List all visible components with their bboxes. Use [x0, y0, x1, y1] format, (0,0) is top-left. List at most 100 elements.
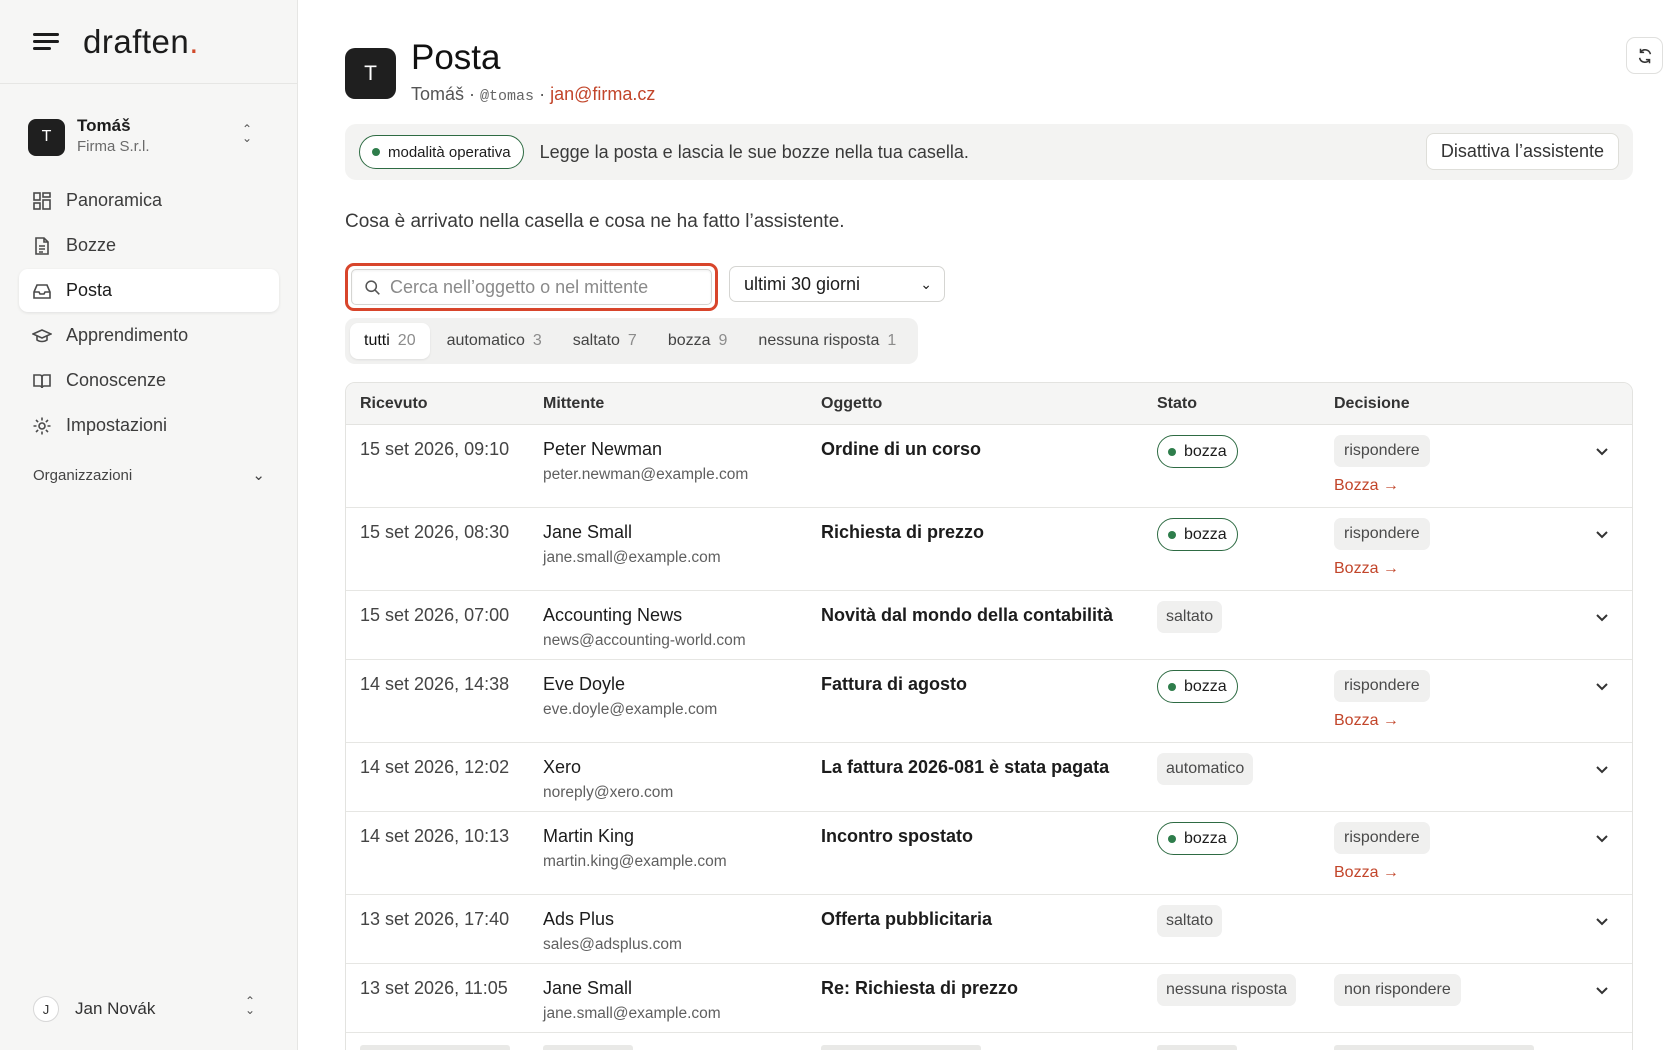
- expand-row-chevron-icon[interactable]: [1594, 830, 1610, 846]
- table-row[interactable]: 14 set 2026, 10:13 Martin King martin.kin…: [346, 812, 1632, 895]
- received-cell: 15 set 2026, 08:30: [360, 522, 510, 542]
- sender-cell: Martin King martin.king@example.com: [543, 812, 821, 894]
- received-cell: 14 set 2026, 12:02: [360, 757, 510, 777]
- owner-email[interactable]: jan@firma.cz: [550, 84, 655, 104]
- page-title: Posta: [411, 38, 501, 77]
- workspace-avatar: T: [28, 118, 65, 156]
- subject: Richiesta di prezzo: [821, 522, 985, 542]
- column-header-subject[interactable]: Oggetto: [821, 395, 1157, 413]
- app-logo[interactable]: draften.: [83, 23, 199, 61]
- brand-bar: draften.: [0, 0, 297, 84]
- sender-email: noreply@xero.com: [543, 784, 674, 801]
- organizations-label: Organizzazioni: [33, 466, 133, 484]
- filter-tab-tutti[interactable]: tutti 20: [350, 323, 430, 359]
- search-input[interactable]: [390, 276, 690, 298]
- status-badge: saltato: [1157, 601, 1223, 633]
- expand-row-chevron-icon[interactable]: [1594, 913, 1610, 929]
- received-cell: 13 set 2026, 11:05: [360, 978, 508, 998]
- workspace-company: Firma S.r.l.: [77, 138, 150, 155]
- status-dot: [1168, 530, 1176, 539]
- filter-tab-bozza[interactable]: bozza 9: [654, 323, 742, 359]
- table-row[interactable]: 15 set 2026, 07:00 Accounting News news@a…: [346, 591, 1632, 660]
- draft-link[interactable]: Bozza →: [1334, 712, 1584, 730]
- received-cell: 13 set 2026, 17:40: [360, 909, 510, 929]
- table-row[interactable]: 15 set 2026, 09:10 Peter Newman peter.new…: [346, 425, 1632, 508]
- draft-link[interactable]: Bozza →: [1334, 560, 1584, 578]
- sidebar-item-bozze[interactable]: Bozze: [19, 224, 279, 267]
- deactivate-assistant-button[interactable]: Disattiva l’assistente: [1425, 133, 1619, 170]
- subject-cell: Re: Richiesta di prezzo: [821, 964, 1157, 1032]
- sender-cell: Eve Doyle eve.doyle@example.com: [543, 660, 821, 742]
- column-header-received[interactable]: Ricevuto: [346, 395, 543, 413]
- owner-name: Tomáš: [411, 84, 465, 104]
- expand-row-chevron-icon[interactable]: [1594, 526, 1610, 542]
- filter-tab-automatico[interactable]: automatico 3: [433, 323, 556, 359]
- decision-cell: [1334, 895, 1584, 963]
- status-filter-tabs: tutti 20 automatico 3 saltato 7 bozza 9 ness…: [345, 318, 919, 364]
- gear-icon: [33, 417, 51, 434]
- filter-tab-saltato[interactable]: saltato 7: [559, 323, 651, 359]
- user-handle: @tomas: [480, 88, 535, 105]
- sender-cell: Jane Small jane.small@example.com: [543, 508, 821, 590]
- subject: Ordine di un corso: [821, 439, 982, 459]
- refresh-button[interactable]: [1626, 37, 1663, 74]
- sidebar-item-posta[interactable]: Posta: [19, 269, 279, 312]
- subject-cell: Richiesta di prezzo: [821, 508, 1157, 590]
- draft-link[interactable]: Bozza →: [1334, 864, 1584, 882]
- status-cell: saltato: [1157, 895, 1334, 963]
- expand-row-chevron-icon[interactable]: [1594, 982, 1610, 998]
- table-header: Ricevuto Mittente Oggetto Stato Decision…: [346, 383, 1632, 425]
- sidebar-item-label: Apprendimento: [66, 325, 189, 345]
- user-name: Jan Novák: [75, 999, 156, 1018]
- sidebar-item-apprendimento[interactable]: Apprendimento: [19, 314, 279, 357]
- main-content: T Posta Tomáš · @tomas · jan@firma.cz mo…: [298, 0, 1680, 1050]
- user-menu[interactable]: J Jan Novák ⌃ ⌄: [33, 993, 265, 1025]
- status-dot: [1168, 682, 1176, 691]
- page-subtitle: Tomáš · @tomas · jan@firma.cz: [411, 84, 655, 105]
- table-row[interactable]: 15 set 2026, 08:30 Jane Small jane.small@…: [346, 508, 1632, 591]
- sidebar-item-panoramica[interactable]: Panoramica: [19, 179, 279, 222]
- sidebar-item-impostazioni[interactable]: Impostazioni: [19, 404, 279, 447]
- decision-badge: rispondere: [1334, 670, 1430, 702]
- sender-cell: Jane Small jane.small@example.com: [543, 964, 821, 1032]
- expand-row-chevron-icon[interactable]: [1594, 609, 1610, 625]
- table-row[interactable]: 14 set 2026, 14:38 Eve Doyle eve.doyle@ex…: [346, 660, 1632, 743]
- organizations-toggle[interactable]: Organizzazioni ⌄: [33, 466, 265, 485]
- subject-cell: La fattura 2026-081 è stata pagata: [821, 743, 1157, 811]
- sender-name: Peter Newman: [543, 439, 663, 459]
- table-row[interactable]: 14 set 2026, 12:02 Xero noreply@xero.com …: [346, 743, 1632, 812]
- received-cell: 14 set 2026, 14:38: [360, 674, 510, 694]
- mode-badge: modalità operativa: [359, 135, 524, 169]
- assistant-mode-bar: modalità operativa Legge la posta e lasc…: [345, 124, 1633, 180]
- sidebar-item-label: Posta: [66, 280, 113, 300]
- expand-row-chevron-icon[interactable]: [1594, 443, 1610, 459]
- column-header-decision[interactable]: Decisione: [1334, 395, 1584, 413]
- expand-row-chevron-icon[interactable]: [1594, 761, 1610, 777]
- sidebar-item-conoscenze[interactable]: Conoscenze: [19, 359, 279, 402]
- draft-link[interactable]: Bozza →: [1334, 477, 1584, 495]
- table-row[interactable]: 13 set 2026, 17:40 Ads Plus sales@adsplus…: [346, 895, 1632, 964]
- table-row[interactable]: 13 set 2026, 11:05 Jane Small jane.small@…: [346, 964, 1632, 1033]
- workspace-switcher[interactable]: T Tomáš Firma S.r.l. ⌃ ⌄: [28, 114, 272, 160]
- column-header-sender[interactable]: Mittente: [543, 395, 821, 413]
- sender-email: eve.doyle@example.com: [543, 701, 718, 718]
- status-cell: bozza: [1157, 508, 1334, 590]
- sender-name: Martin King: [543, 826, 635, 846]
- column-header-status[interactable]: Stato: [1157, 395, 1334, 413]
- decision-cell: rispondere Bozza →: [1334, 508, 1584, 590]
- menu-icon[interactable]: [33, 30, 61, 54]
- expand-row-chevron-icon[interactable]: [1594, 678, 1610, 694]
- status-badge: bozza: [1157, 670, 1238, 703]
- sender-cell: Accounting News news@accounting-world.com: [543, 591, 821, 659]
- decision-cell: rispondere Bozza →: [1334, 660, 1584, 742]
- filter-tab-nessuna-risposta[interactable]: nessuna risposta 1: [744, 323, 910, 359]
- document-icon: [35, 236, 49, 255]
- sidebar-item-label: Impostazioni: [66, 415, 168, 435]
- period-select[interactable]: ultimi 30 giorni ⌄: [729, 266, 945, 302]
- separator: ·: [469, 84, 476, 104]
- sender-name: Accounting News: [543, 605, 683, 625]
- chevron-updown-icon: ⌃ ⌄: [244, 994, 255, 1017]
- status-badge: bozza: [1157, 822, 1238, 855]
- sidebar-nav: Panoramica Bozze Posta Apprendimento Con…: [19, 179, 279, 449]
- search-box[interactable]: [351, 269, 712, 305]
